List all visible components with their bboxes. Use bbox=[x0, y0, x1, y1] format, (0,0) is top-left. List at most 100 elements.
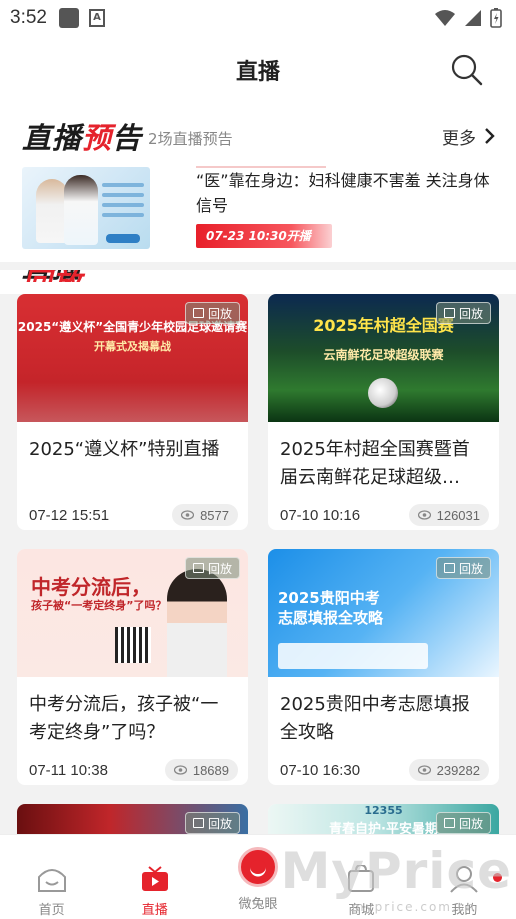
app-header: 直播 bbox=[0, 36, 516, 104]
card-date: 07-10 10:16 bbox=[280, 506, 361, 524]
replay-icon bbox=[443, 563, 455, 573]
eye-icon bbox=[417, 765, 431, 775]
notification-icon bbox=[58, 8, 79, 28]
eye-icon bbox=[181, 510, 195, 520]
replay-icon bbox=[443, 308, 455, 318]
replay-badge: 回放 bbox=[184, 557, 240, 579]
live-replay-logo: 直播回放 bbox=[22, 270, 182, 282]
nav-weitu-label: 微兔眼 bbox=[238, 897, 278, 912]
eye-icon bbox=[173, 765, 187, 775]
home-icon bbox=[37, 869, 66, 892]
view-count-value: 8577 bbox=[200, 507, 229, 523]
replay-badge: 回放 bbox=[184, 302, 240, 324]
nav-home[interactable]: 首页 bbox=[0, 835, 103, 919]
card-meta: 07-12 15:51 8577 bbox=[17, 504, 248, 526]
thumbnail-subcaption: 云南鲜花足球超级联赛 bbox=[323, 348, 444, 362]
thumbnail-city-silhouette bbox=[17, 382, 248, 422]
search-icon[interactable] bbox=[450, 53, 484, 87]
nav-live[interactable]: 直播 bbox=[103, 835, 206, 919]
replay-card[interactable]: 2025贵阳中考 志愿填报全攻略 回放 2025贵阳中考志愿填报全攻略 07-1… bbox=[268, 549, 499, 785]
signal-icon bbox=[465, 10, 481, 26]
card-date: 07-11 10:38 bbox=[29, 761, 108, 779]
replay-card[interactable]: 中考分流后， 孩子被“一考定终身”了吗？ 回放 中考分流后，孩子被“一考定终身”… bbox=[17, 549, 248, 785]
replay-logo-text-2: 回放 bbox=[22, 270, 182, 282]
more-label: 更多 bbox=[442, 128, 476, 149]
status-bar: 3:52 A bbox=[0, 0, 516, 36]
eye-icon bbox=[417, 510, 431, 520]
nav-live-label: 直播 bbox=[141, 903, 168, 918]
card-title: 中考分流后，孩子被“一考定终身”了吗？ bbox=[29, 694, 219, 743]
card-title: 2025“遵义杯”特别直播 bbox=[29, 439, 220, 460]
replay-grid: 2025“遵义杯”全国青少年校园足球邀请赛 开幕式及揭幕战 回放 2025“遵义… bbox=[0, 294, 516, 864]
thumbnail-figure bbox=[167, 569, 227, 677]
replay-label: 回放 bbox=[458, 561, 483, 576]
view-count: 8577 bbox=[172, 504, 238, 526]
section-divider bbox=[0, 262, 516, 270]
nav-home-label: 首页 bbox=[38, 903, 65, 918]
view-count-value: 239282 bbox=[436, 762, 480, 778]
thumbnail-text-lines bbox=[102, 183, 144, 223]
page-title: 直播 bbox=[235, 60, 280, 85]
view-count: 18689 bbox=[164, 759, 238, 781]
card-meta: 07-10 16:30 239282 bbox=[268, 759, 499, 781]
preview-logo-text-3: 告 bbox=[112, 121, 143, 155]
preview-count: 2场直播预告 bbox=[148, 129, 233, 148]
replay-label: 回放 bbox=[207, 306, 232, 321]
preview-logo-text-1: 直播 bbox=[22, 121, 83, 155]
live-preview-logo: 直播预告 bbox=[22, 115, 142, 157]
thumbnail-caption: 2025贵阳中考 bbox=[278, 589, 380, 607]
replay-card[interactable]: 2025年村超全国赛 云南鲜花足球超级联赛 回放 2025年村超全国赛暨首届云南… bbox=[268, 294, 499, 530]
preview-thumbnail bbox=[22, 167, 150, 249]
thumbnail-speaker-strip bbox=[278, 643, 428, 669]
card-thumbnail: 2025年村超全国赛 云南鲜花足球超级联赛 回放 bbox=[268, 294, 499, 422]
replay-badge: 回放 bbox=[435, 302, 491, 324]
thumbnail-subcaption: 孩子被“一考定终身”了吗？ bbox=[31, 599, 167, 612]
replay-label: 回放 bbox=[458, 306, 483, 321]
battery-icon bbox=[490, 8, 502, 28]
preview-item[interactable]: “医”靠在身边：妇科健康不害羞 关注身体信号 07-23 10:30开播 bbox=[22, 166, 496, 252]
view-count: 126031 bbox=[408, 504, 489, 526]
card-thumbnail: 2025贵阳中考 志愿填报全攻略 回放 bbox=[268, 549, 499, 677]
thumbnail-figure bbox=[64, 175, 98, 245]
replay-icon bbox=[192, 818, 204, 828]
live-preview-header: 直播预告 2场直播预告 更多 bbox=[22, 114, 496, 158]
watermark-url: myprice.com.cn bbox=[351, 900, 476, 914]
thumbnail-subcaption: 志愿填报全攻略 bbox=[278, 609, 384, 627]
card-meta: 07-10 10:16 126031 bbox=[268, 504, 499, 526]
replay-icon bbox=[192, 308, 204, 318]
replay-icon bbox=[443, 818, 455, 828]
replay-label: 回放 bbox=[207, 816, 232, 831]
card-date: 07-10 16:30 bbox=[280, 761, 361, 779]
view-count-value: 126031 bbox=[436, 507, 480, 523]
more-button[interactable]: 更多 bbox=[442, 124, 496, 149]
status-indicators bbox=[434, 8, 502, 28]
status-time: 3:52 bbox=[10, 7, 47, 28]
preview-title: “医”靠在身边：妇科健康不害羞 关注身体信号 bbox=[196, 171, 490, 215]
preview-logo-text-2: 预 bbox=[82, 121, 113, 155]
replay-badge: 回放 bbox=[435, 557, 491, 579]
font-notification-icon: A bbox=[88, 9, 105, 27]
card-thumbnail: 2025“遵义杯”全国青少年校园足球邀请赛 开幕式及揭幕战 回放 bbox=[17, 294, 248, 422]
replay-label: 回放 bbox=[207, 561, 232, 576]
view-count-value: 18689 bbox=[192, 762, 229, 778]
view-count: 239282 bbox=[408, 759, 489, 781]
replay-badge: 回放 bbox=[184, 812, 240, 834]
card-title: 2025年村超全国赛暨首届云南鲜花足球超级… bbox=[280, 439, 470, 488]
thumbnail-button-shape bbox=[106, 234, 140, 243]
watermark: MyPrice bbox=[280, 842, 512, 900]
thumbnail-caption: 中考分流后， bbox=[31, 575, 151, 599]
replay-badge: 回放 bbox=[435, 812, 491, 834]
replay-card[interactable]: 2025“遵义杯”全国青少年校园足球邀请赛 开幕式及揭幕战 回放 2025“遵义… bbox=[17, 294, 248, 530]
thumbnail-subcaption: 开幕式及揭幕战 bbox=[94, 340, 171, 353]
replay-icon bbox=[192, 563, 204, 573]
card-thumbnail: 中考分流后， 孩子被“一考定终身”了吗？ 回放 bbox=[17, 549, 248, 677]
card-date: 07-12 15:51 bbox=[29, 506, 110, 524]
preview-time-badge: 07-23 10:30开播 bbox=[196, 224, 332, 248]
chevron-right-icon bbox=[485, 128, 495, 144]
card-meta: 07-11 10:38 18689 bbox=[17, 759, 248, 781]
replay-label: 回放 bbox=[458, 816, 483, 831]
card-title: 2025贵阳中考志愿填报全攻略 bbox=[280, 694, 470, 743]
qr-code-icon bbox=[115, 627, 151, 663]
wifi-icon bbox=[435, 10, 455, 26]
live-page: 3:52 A 直播 直播预告 2场直播预告 更多 “医”靠在身边：妇科健康不害羞… bbox=[0, 0, 516, 919]
